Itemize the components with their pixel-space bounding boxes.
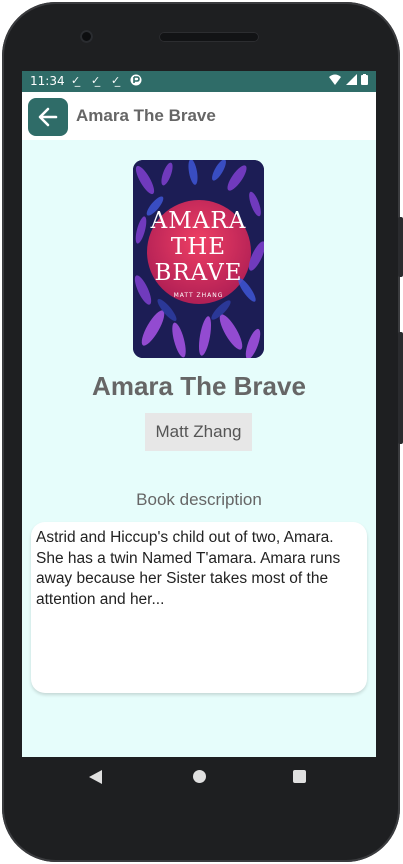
system-nav-bar: [22, 757, 376, 797]
volume-button: [398, 332, 403, 444]
wifi-icon: [329, 74, 341, 85]
home-circle-icon[interactable]: [193, 770, 206, 783]
back-button[interactable]: [28, 98, 68, 136]
download-done-icon: ✓̲: [111, 74, 121, 87]
system-status-icons: [329, 74, 368, 87]
battery-icon: [361, 74, 368, 85]
signal-icon: [345, 74, 357, 85]
arrow-left-icon: [38, 107, 58, 127]
description-card: Astrid and Hiccup's child out of two, Am…: [31, 522, 367, 693]
book-title: Amara The Brave: [92, 371, 306, 401]
app-screen: 11:34 ✓̲ ✓̲ ✓̲ Amara The Brave AMARA THE…: [22, 71, 376, 757]
cover-author: MATT ZHANG: [173, 292, 224, 299]
author-name: Matt Zhang: [145, 413, 252, 451]
cover-title-line: BRAVE: [154, 260, 243, 286]
power-button: [398, 217, 403, 277]
description-label: Book description: [136, 490, 262, 509]
app-bar: Amara The Brave: [22, 92, 376, 140]
play-protect-icon: [130, 74, 142, 89]
cover-title-line: THE: [170, 234, 227, 260]
app-bar-title: Amara The Brave: [76, 106, 216, 125]
status-bar: 11:34 ✓̲ ✓̲ ✓̲: [22, 71, 376, 92]
description-text: Astrid and Hiccup's child out of two, Am…: [36, 529, 341, 608]
cover-title-line: AMARA: [150, 208, 247, 234]
status-time: 11:34: [30, 74, 65, 88]
earpiece-speaker: [159, 32, 259, 42]
book-cover[interactable]: AMARA THE BRAVE MATT ZHANG: [133, 160, 264, 358]
back-triangle-icon[interactable]: [89, 770, 102, 784]
download-done-icon: ✓̲: [91, 74, 101, 87]
recents-square-icon[interactable]: [293, 770, 306, 783]
download-done-icon: ✓̲: [71, 74, 81, 87]
front-camera: [80, 30, 93, 43]
